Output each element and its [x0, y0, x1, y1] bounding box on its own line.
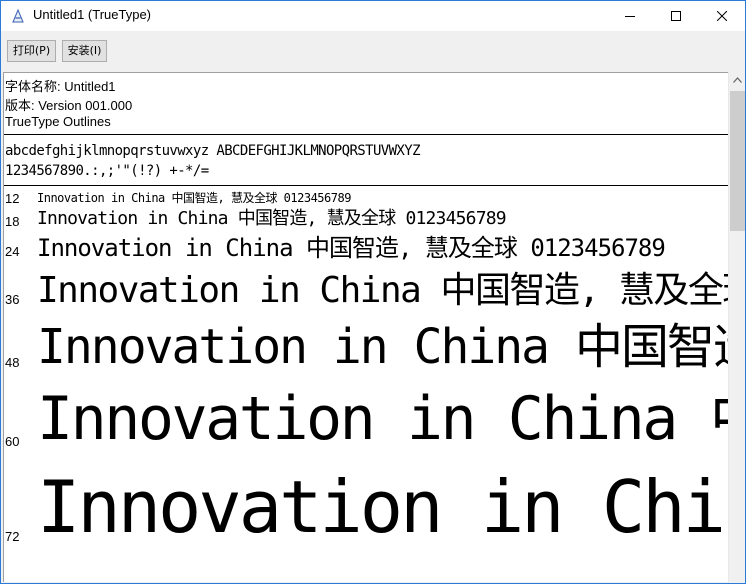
print-button[interactable]: 打印(P) [7, 40, 56, 62]
maximize-icon [671, 11, 681, 21]
separator [4, 185, 728, 186]
minimize-button[interactable] [607, 1, 653, 31]
sample-size-label: 72 [5, 529, 20, 544]
sample-size-label: 18 [5, 214, 20, 229]
sample-size-label: 36 [5, 292, 20, 307]
scroll-up-arrow-icon[interactable] [733, 77, 742, 83]
font-version-line: 版本: Version 001.000 [5, 98, 133, 113]
sample-text: Innovation in China 中国智造, 慧及全球 012345678… [37, 234, 666, 262]
separator [4, 134, 728, 135]
sample-size-label: 60 [5, 434, 20, 449]
sample-text: Innovation in China 中国智造, 慧及全球 012345678… [37, 270, 728, 311]
scrollbar-thumb[interactable] [730, 91, 745, 231]
vertical-scrollbar[interactable] [728, 72, 745, 583]
sample-text: Innovation in China 中国智造, 慧及全球 012345678… [37, 384, 728, 454]
sample-text: Innovation in China 中国智造, 慧及全球 012345678… [37, 465, 728, 549]
font-file-icon [10, 8, 26, 24]
window-title: Untitled1 (TrueType) [33, 7, 152, 22]
sample-size-label: 12 [5, 191, 20, 206]
sample-text: Innovation in China 中国智造, 慧及全球 012345678… [37, 191, 351, 205]
close-icon [717, 11, 727, 21]
sample-size-label: 24 [5, 244, 20, 259]
font-outline-type-line: TrueType Outlines [5, 114, 111, 129]
font-name-line: 字体名称: Untitled1 [5, 79, 116, 94]
maximize-button[interactable] [653, 1, 699, 31]
charset-digits-symbols: 1234567890.:,;'"(!?) +-*/= [5, 163, 209, 179]
sample-size-label: 48 [5, 355, 20, 370]
sample-text: Innovation in China 中国智造, 慧及全球 012345678… [37, 208, 507, 229]
toolbar: 打印(P) 安装(I) [1, 31, 745, 71]
title-bar[interactable]: Untitled1 (TrueType) [1, 1, 745, 31]
font-viewer-window: Untitled1 (TrueType) 打印(P) 安装(I) 字体名称: U… [0, 0, 746, 584]
minimize-icon [625, 16, 635, 17]
charset-letters: abcdefghijklmnopqrstuvwxyz ABCDEFGHIJKLM… [5, 143, 421, 159]
sample-text: Innovation in China 中国智造, 慧及全球 012345678… [37, 319, 728, 375]
font-preview-panel: 字体名称: Untitled1 版本: Version 001.000 True… [3, 72, 728, 582]
close-button[interactable] [699, 1, 745, 31]
install-button[interactable]: 安装(I) [62, 40, 107, 62]
